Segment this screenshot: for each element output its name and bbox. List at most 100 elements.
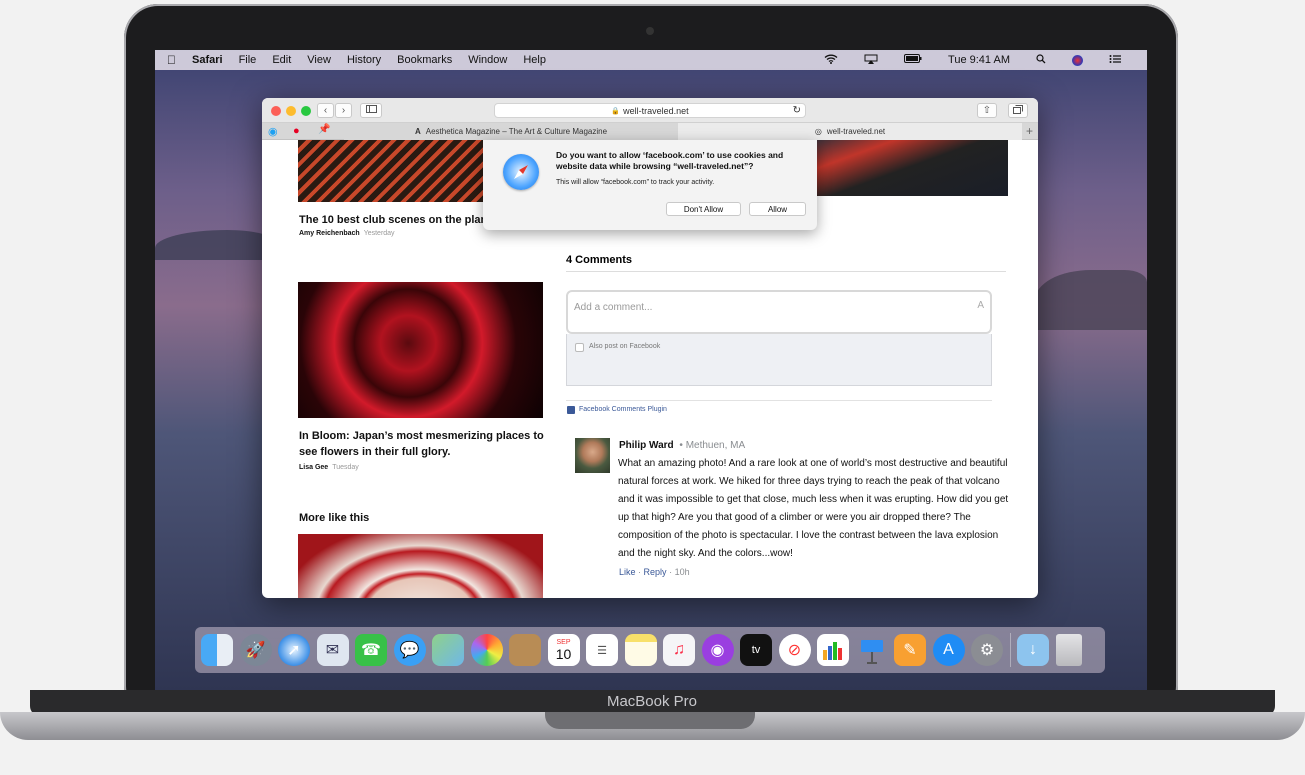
- pinterest-icon[interactable]: ●: [293, 125, 300, 137]
- share-button[interactable]: ⇧: [977, 103, 997, 118]
- tv-icon[interactable]: tv: [740, 634, 772, 666]
- sidebar-icon: [365, 105, 377, 116]
- tab-overview-button[interactable]: [1008, 103, 1028, 118]
- tab-title: Aesthetica Magazine – The Art & Culture …: [425, 127, 608, 136]
- laptop-notch: [545, 712, 755, 729]
- article-date: Yesterday: [363, 230, 395, 237]
- share-icon: ⇧: [982, 105, 992, 116]
- tabs-icon: [1013, 104, 1023, 117]
- notes-icon[interactable]: [624, 634, 657, 666]
- article-date: Tuesday: [332, 464, 359, 471]
- more-like-this-heading: More like this: [299, 512, 370, 524]
- trash-icon[interactable]: [1055, 634, 1082, 666]
- chevron-right-icon: ›: [341, 105, 346, 116]
- reminders-icon[interactable]: ☰: [586, 634, 618, 666]
- divider: [566, 400, 992, 401]
- wallpaper-island-left: [155, 230, 275, 260]
- music-icon[interactable]: ♫: [663, 634, 695, 666]
- article-author[interactable]: Lisa Gee: [299, 464, 328, 471]
- calendar-day: 10: [555, 646, 572, 662]
- close-button[interactable]: [271, 106, 281, 116]
- facetime-icon[interactable]: ☎: [355, 634, 387, 666]
- safari-icon[interactable]: ➚: [278, 634, 310, 666]
- avatar[interactable]: [575, 438, 610, 473]
- globe-icon: ◎: [814, 127, 822, 136]
- address-bar[interactable]: 🔒 well-traveled.net ↻: [494, 103, 806, 118]
- comment-time: 10h: [674, 567, 690, 577]
- launchpad-icon[interactable]: 🚀: [239, 634, 272, 666]
- menu-clock[interactable]: Tue 9:41 AM: [948, 54, 1010, 66]
- back-button[interactable]: ‹: [317, 103, 334, 118]
- new-tab-button[interactable]: +: [1026, 124, 1033, 138]
- news-icon[interactable]: ⊘: [778, 634, 811, 666]
- apple-icon[interactable]: : [167, 53, 176, 67]
- article-image-more[interactable]: [298, 534, 543, 598]
- photos-icon[interactable]: [470, 634, 503, 666]
- menu-view[interactable]: View: [307, 54, 331, 66]
- article-author[interactable]: Amy Reichenbach: [299, 230, 360, 237]
- app-store-icon[interactable]: A: [932, 634, 965, 666]
- tab-well-traveled[interactable]: ◎ well-traveled.net: [678, 123, 1022, 140]
- twitter-icon[interactable]: ◉: [268, 125, 278, 138]
- dont-allow-button[interactable]: Don't Allow: [666, 202, 741, 216]
- menu-bar:  Safari File Edit View History Bookmark…: [155, 50, 1147, 70]
- maps-icon[interactable]: [432, 634, 464, 666]
- facebook-post-area: Also post on Facebook: [566, 334, 992, 386]
- article-image-club[interactable]: [298, 140, 484, 202]
- wallpaper-island-right: [1035, 270, 1147, 330]
- article-image-bloom[interactable]: [298, 282, 543, 418]
- menu-file[interactable]: File: [239, 54, 257, 66]
- comment-header: Philip Ward • Methuen, MA: [619, 440, 745, 451]
- menu-bookmarks[interactable]: Bookmarks: [397, 54, 452, 66]
- also-post-label: Also post on Facebook: [589, 343, 661, 350]
- minimize-button[interactable]: [286, 106, 296, 116]
- forward-button[interactable]: ›: [335, 103, 352, 118]
- article-byline: Lisa Gee Tuesday: [299, 464, 359, 471]
- wifi-icon[interactable]: [824, 54, 838, 67]
- siri-icon[interactable]: [1072, 54, 1083, 66]
- calendar-icon[interactable]: SEP 10: [547, 634, 580, 666]
- battery-icon[interactable]: [904, 54, 922, 66]
- finder-icon[interactable]: [201, 634, 233, 666]
- reload-icon[interactable]: ↻: [793, 105, 801, 116]
- camera: [646, 27, 654, 35]
- pages-icon[interactable]: ✎: [894, 634, 926, 666]
- menu-history[interactable]: History: [347, 54, 381, 66]
- article-title[interactable]: In Bloom: Japan’s most mesmerizing place…: [299, 428, 547, 460]
- facebook-plugin-link[interactable]: Facebook Comments Plugin: [579, 406, 667, 413]
- font-icon: A: [977, 300, 984, 311]
- contacts-icon[interactable]: [509, 634, 541, 666]
- comment-input[interactable]: Add a comment... A: [566, 290, 992, 334]
- spotlight-icon[interactable]: [1036, 53, 1046, 67]
- keynote-icon[interactable]: [856, 634, 888, 666]
- chevron-left-icon: ‹: [323, 105, 328, 116]
- messages-icon[interactable]: 💬: [393, 634, 426, 666]
- facebook-icon: [567, 406, 575, 414]
- system-preferences-icon[interactable]: ⚙: [971, 634, 1003, 666]
- numbers-icon[interactable]: [817, 634, 849, 666]
- podcasts-icon[interactable]: ◉: [701, 634, 734, 666]
- allow-button[interactable]: Allow: [749, 202, 806, 216]
- like-link[interactable]: Like: [619, 567, 636, 577]
- menu-help[interactable]: Help: [523, 54, 546, 66]
- downloads-folder-icon[interactable]: ↓: [1017, 634, 1049, 666]
- also-post-checkbox[interactable]: [575, 343, 584, 352]
- tv-label: tv: [751, 644, 761, 656]
- menu-edit[interactable]: Edit: [272, 54, 291, 66]
- notification-center-icon[interactable]: [1109, 54, 1121, 67]
- comments-count: 4 Comments: [566, 254, 633, 266]
- mail-icon[interactable]: ✉: [316, 634, 349, 666]
- menu-window[interactable]: Window: [468, 54, 507, 66]
- sidebar-button[interactable]: [360, 103, 382, 118]
- comment-author[interactable]: Philip Ward: [619, 440, 674, 451]
- airplay-icon[interactable]: [864, 54, 878, 67]
- reply-link[interactable]: Reply: [644, 567, 667, 577]
- desktop-screen:  Safari File Edit View History Bookmark…: [155, 50, 1147, 690]
- tab-aesthetica[interactable]: A Aesthetica Magazine – The Art & Cultur…: [344, 123, 678, 140]
- zoom-button[interactable]: [301, 106, 311, 116]
- comment-text: What an amazing photo! And a rare look a…: [618, 458, 1009, 559]
- article-title[interactable]: The 10 best club scenes on the plan: [299, 212, 489, 228]
- cookie-permission-dialog: Do you want to allow ‘facebook.com’ to u…: [483, 140, 817, 230]
- menu-app-name[interactable]: Safari: [192, 54, 223, 66]
- pin-icon[interactable]: 📌: [318, 124, 330, 135]
